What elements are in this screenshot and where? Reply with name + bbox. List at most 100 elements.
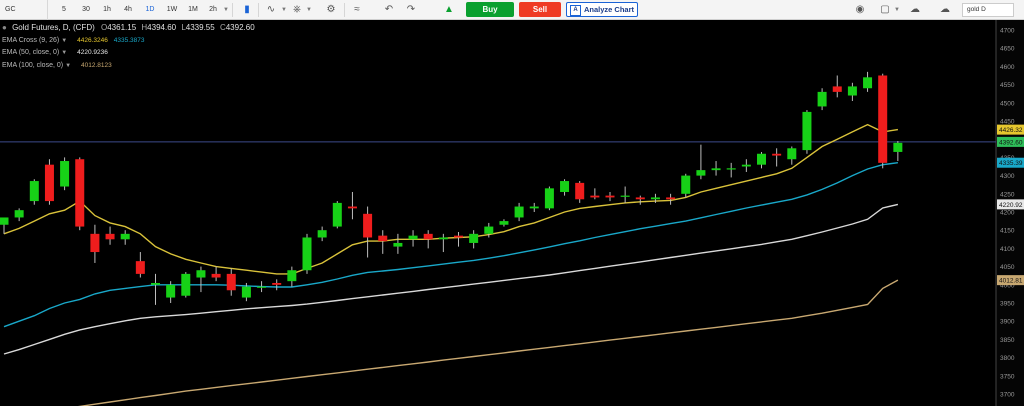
price-chart[interactable]: 4700465046004550450044504400435043004250… <box>0 20 1024 406</box>
candle-bullish <box>120 233 130 240</box>
candle-bullish <box>499 221 509 225</box>
price-label-text: 4220.92 <box>999 202 1023 209</box>
y-tick-label: 4300 <box>1000 173 1015 180</box>
candle-bullish <box>257 286 267 288</box>
candle-bullish <box>151 282 160 285</box>
candle-bearish <box>105 233 115 240</box>
y-tick-label: 4650 <box>1000 46 1015 53</box>
candle-bullish <box>696 170 706 176</box>
candle-bullish <box>741 164 751 167</box>
candle-bullish <box>241 286 251 298</box>
timeframe-30[interactable]: 30 <box>76 0 96 20</box>
candle-bearish <box>90 233 100 253</box>
y-tick-label: 4700 <box>1000 28 1015 35</box>
timeframe-2h[interactable]: 2h <box>203 0 223 20</box>
y-tick-label: 4100 <box>1000 246 1015 253</box>
y-tick-label: 4050 <box>1000 264 1015 271</box>
timeframe-1h[interactable]: 1h <box>97 0 117 20</box>
candle-bullish <box>650 197 660 200</box>
undo-icon[interactable]: ↶ <box>380 0 398 20</box>
candle-bullish <box>726 168 736 170</box>
candle-bullish <box>817 91 827 107</box>
y-tick-label: 4150 <box>1000 228 1015 235</box>
layout-dropdown-icon[interactable]: ▼ <box>893 0 901 20</box>
trade-up-icon[interactable]: ▲ <box>440 0 458 20</box>
candle-bullish <box>408 235 418 240</box>
camera-icon[interactable]: ◉ <box>851 0 869 20</box>
candle-bullish <box>0 217 9 225</box>
candle-bullish <box>287 270 297 282</box>
y-tick-label: 4250 <box>1000 191 1015 198</box>
analyze-chart-button[interactable]: A Analyze Chart <box>566 2 638 17</box>
timeframe-4h[interactable]: 4h <box>118 0 138 20</box>
candle-bearish <box>832 86 842 92</box>
compare-icon[interactable]: ≈ <box>348 0 366 20</box>
y-tick-label: 3850 <box>1000 337 1015 344</box>
candle-bearish <box>772 153 782 156</box>
candle-bullish <box>393 242 403 247</box>
candle-bearish <box>423 233 433 240</box>
y-tick-label: 3950 <box>1000 301 1015 308</box>
redo-icon[interactable]: ↷ <box>402 0 420 20</box>
candle-bearish <box>347 206 357 209</box>
candle-bullish <box>29 181 39 202</box>
candle-style-icon[interactable]: ▮ <box>238 0 256 20</box>
y-tick-label: 3900 <box>1000 319 1015 326</box>
timeframe-5[interactable]: 5 <box>54 0 74 20</box>
candle-bearish <box>590 195 600 198</box>
candle-bullish <box>893 142 903 152</box>
sell-button[interactable]: Sell <box>519 2 561 17</box>
cloud-icon[interactable]: ☁ <box>906 0 924 20</box>
y-tick-label: 3700 <box>1000 392 1015 399</box>
ema-line-3 <box>77 279 899 406</box>
candle-bullish <box>332 202 342 227</box>
candle-bullish <box>757 153 766 165</box>
y-tick-label: 4550 <box>1000 82 1015 89</box>
indicators-icon[interactable]: ∿ <box>262 0 280 20</box>
candle-bullish <box>620 195 630 197</box>
candle-bullish <box>14 210 24 218</box>
candle-bullish <box>181 273 191 296</box>
candle-bearish <box>272 282 282 285</box>
analyze-chart-label: Analyze Chart <box>584 5 635 14</box>
candle-bullish <box>544 188 554 209</box>
buy-button[interactable]: Buy <box>466 2 514 17</box>
timeframe-1d[interactable]: 1D <box>140 0 160 20</box>
drawing-dropdown-icon[interactable]: ▼ <box>305 0 313 20</box>
candle-bearish <box>44 164 54 202</box>
layout-icon[interactable]: ▢ <box>876 0 894 20</box>
price-label-text: 4392.60 <box>999 139 1023 146</box>
candle-bullish <box>484 226 494 234</box>
candle-bullish <box>787 148 797 160</box>
candle-bullish <box>60 161 70 187</box>
drawing-tools-icon[interactable]: ⎈ <box>288 0 306 20</box>
candle-bearish <box>635 197 645 200</box>
settings-gear-icon[interactable]: ⚙ <box>322 0 340 20</box>
candle-bullish <box>317 230 327 238</box>
candle-bearish <box>666 197 676 200</box>
candle-bearish <box>575 182 585 200</box>
candle-bearish <box>135 261 145 274</box>
candle-bullish <box>560 181 570 192</box>
candle-bullish <box>438 237 448 240</box>
candle-bullish <box>196 270 206 278</box>
timeframe-1m[interactable]: 1M <box>183 0 203 20</box>
y-tick-label: 4450 <box>1000 119 1015 126</box>
candle-bullish <box>469 233 479 243</box>
symbol-search-input[interactable]: gold D <box>962 3 1014 17</box>
candle-bearish <box>75 159 85 227</box>
candle-bullish <box>514 206 524 218</box>
timeframe-dropdown-icon[interactable]: ▼ <box>222 0 230 20</box>
cloud-upload-icon[interactable]: ☁ <box>936 0 954 20</box>
indicators-dropdown-icon[interactable]: ▼ <box>280 0 288 20</box>
timeframe-1w[interactable]: 1W <box>162 0 182 20</box>
candle-bullish <box>802 111 812 151</box>
symbol-input[interactable]: GC <box>2 0 48 20</box>
ema-line-2 <box>3 203 899 355</box>
candle-bullish <box>166 284 176 298</box>
candle-bullish <box>681 175 691 194</box>
candle-bullish <box>529 206 539 209</box>
analyze-logo-icon: A <box>570 4 581 16</box>
candle-bearish <box>378 235 388 242</box>
price-label-text: 4012.81 <box>999 278 1023 285</box>
